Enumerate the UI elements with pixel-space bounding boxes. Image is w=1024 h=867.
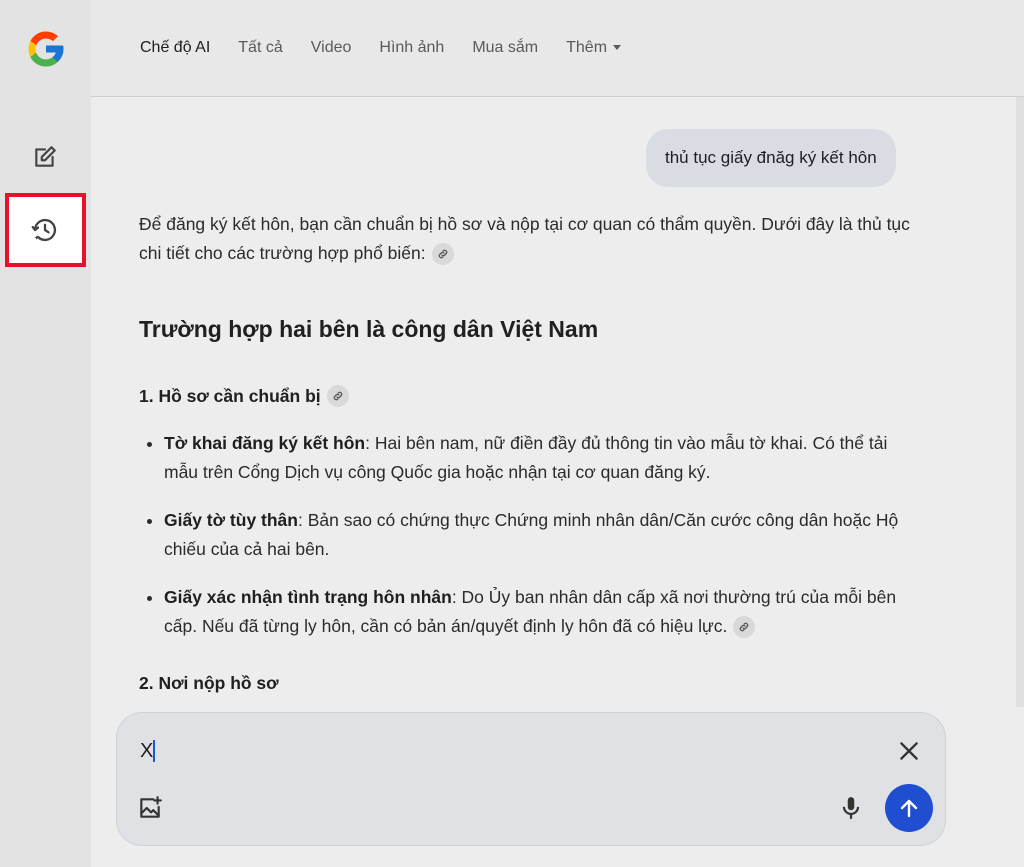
history-button[interactable] bbox=[24, 209, 66, 251]
link-icon bbox=[333, 391, 342, 401]
subsection-title-documents: 1. Hồ sơ cần chuẩn bị bbox=[139, 385, 924, 407]
list-item: Giấy xác nhận tình trạng hôn nhân: Do Ủy… bbox=[164, 583, 924, 641]
tab-video[interactable]: Video bbox=[311, 39, 352, 57]
list-item: Tờ khai đăng ký kết hôn: Hai bên nam, nữ… bbox=[164, 429, 924, 487]
add-image-button[interactable] bbox=[137, 795, 163, 821]
edit-icon bbox=[35, 146, 56, 167]
subsection-title-documents-text: 1. Hồ sơ cần chuẩn bị bbox=[139, 385, 321, 406]
new-chat-button[interactable] bbox=[24, 136, 66, 178]
top-bar: Chế độ AI Tất cả Video Hình ảnh Mua sắm … bbox=[91, 0, 1024, 97]
source-link-chip[interactable] bbox=[326, 385, 349, 407]
send-button[interactable] bbox=[885, 784, 933, 832]
side-rail bbox=[0, 0, 91, 867]
clear-button[interactable] bbox=[896, 738, 922, 764]
close-icon bbox=[900, 742, 918, 760]
mode-tabs: Chế độ AI Tất cả Video Hình ảnh Mua sắm … bbox=[140, 39, 649, 57]
tab-images[interactable]: Hình ảnh bbox=[379, 39, 444, 57]
query-input[interactable] bbox=[138, 733, 842, 769]
tab-all[interactable]: Tất cả bbox=[238, 39, 282, 57]
link-icon bbox=[438, 250, 447, 259]
source-link-chip[interactable] bbox=[733, 616, 756, 639]
tab-more-label: Thêm bbox=[566, 39, 608, 56]
history-icon bbox=[31, 218, 57, 242]
document-list: Tờ khai đăng ký kết hôn: Hai bên nam, nữ… bbox=[139, 429, 924, 641]
google-logo[interactable] bbox=[25, 28, 67, 70]
mic-icon bbox=[842, 797, 860, 819]
answer-intro: Để đăng ký kết hôn, bạn cần chuẩn bị hồ … bbox=[139, 210, 924, 268]
answer-intro-text: Để đăng ký kết hôn, bạn cần chuẩn bị hồ … bbox=[139, 214, 910, 263]
list-item-term: Tờ khai đăng ký kết hôn bbox=[164, 433, 366, 453]
link-icon bbox=[740, 623, 749, 632]
list-item-term: Giấy xác nhận tình trạng hôn nhân bbox=[164, 587, 452, 607]
caret-down-icon bbox=[613, 45, 622, 51]
text-cursor bbox=[153, 740, 155, 762]
section-title: Trường hợp hai bên là công dân Việt Nam bbox=[139, 316, 599, 342]
source-link-chip[interactable] bbox=[431, 243, 454, 266]
scrollbar[interactable] bbox=[1016, 97, 1024, 707]
user-query-bubble: thủ tục giấy đnăg ký kết hôn bbox=[646, 129, 896, 187]
arrow-up-icon bbox=[900, 799, 918, 818]
subsection-title-submit: 2. Nơi nộp hồ sơ bbox=[139, 673, 279, 693]
tab-more[interactable]: Thêm bbox=[566, 39, 622, 57]
add-image-icon bbox=[140, 796, 162, 818]
tab-ai-mode[interactable]: Chế độ AI bbox=[140, 39, 210, 57]
ai-answer: Để đăng ký kết hôn, bạn cần chuẩn bị hồ … bbox=[139, 210, 924, 694]
list-item: Giấy tờ tùy thân: Bản sao có chứng thực … bbox=[164, 506, 924, 564]
query-composer bbox=[116, 712, 946, 846]
voice-input-button[interactable] bbox=[838, 795, 864, 821]
tab-shopping[interactable]: Mua sắm bbox=[472, 39, 538, 57]
list-item-term: Giấy tờ tùy thân bbox=[164, 510, 298, 530]
